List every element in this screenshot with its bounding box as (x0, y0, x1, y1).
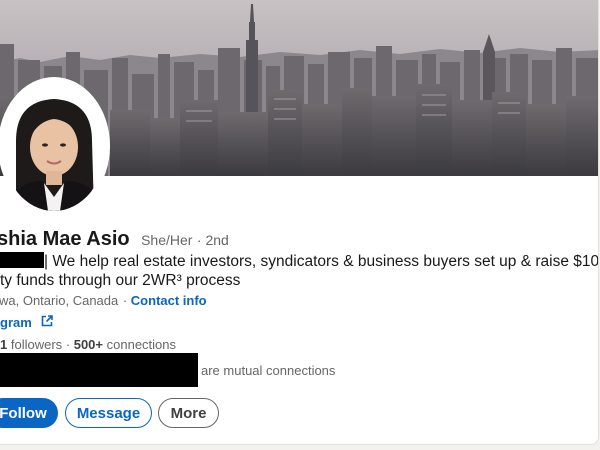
profile-location: wa, Ontario, Canada (0, 293, 119, 308)
redaction-bar (0, 353, 198, 387)
profile-photo[interactable] (0, 77, 110, 215)
location-separator: · (119, 293, 131, 308)
headline-line-2: ty funds through our 2WR³ process (0, 272, 241, 289)
more-button[interactable]: More (158, 398, 219, 428)
connections-count: 500+ (73, 337, 104, 352)
location-row: wa, Ontario, Canada · Contact info (0, 293, 207, 308)
connections-label: connections (103, 337, 177, 352)
contact-info-link[interactable]: Contact info (131, 293, 207, 308)
followers-label: followers (7, 337, 63, 352)
profile-name: shia Mae Asio (0, 228, 130, 250)
name-row: shia Mae Asio She/Her · 2nd (0, 228, 229, 251)
redaction-bar (0, 252, 44, 269)
stats-row: 1 followers · 500+ connections (0, 337, 176, 352)
profile-pronouns: She/Her (141, 232, 193, 248)
profile-headline: | We help real estate investors, syndica… (0, 252, 599, 290)
external-link-row[interactable]: gram (0, 315, 54, 330)
profile-card: shia Mae Asio She/Her · 2nd | We help re… (0, 0, 599, 445)
follow-button[interactable]: Follow (0, 398, 58, 428)
external-link-label[interactable]: gram (0, 315, 32, 330)
message-button[interactable]: Message (65, 398, 152, 428)
external-link-icon[interactable] (41, 315, 54, 330)
stats-separator: · (62, 337, 74, 352)
headline-line-1: | We help real estate investors, syndica… (44, 253, 599, 270)
connection-degree: · 2nd (196, 232, 229, 248)
mutual-connections-text[interactable]: are mutual connections (201, 363, 335, 378)
